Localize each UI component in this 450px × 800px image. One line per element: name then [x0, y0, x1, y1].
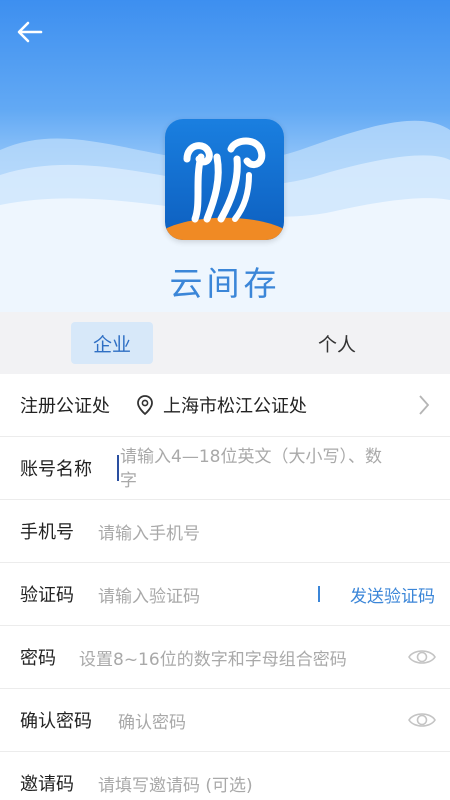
confirm-password-input[interactable]: 确认密码 — [118, 708, 186, 733]
invite-input[interactable]: 请填写邀请码 (可选) — [98, 771, 253, 796]
notary-row[interactable]: 注册公证处 上海市松江公证处 — [0, 374, 450, 437]
confirm-password-row[interactable]: 确认密码 确认密码 — [0, 689, 450, 752]
phone-row[interactable]: 手机号 请输入手机号 — [0, 500, 450, 563]
app-name: 云间存 — [169, 264, 281, 303]
invite-label: 邀请码 — [20, 774, 74, 795]
account-row[interactable]: 账号名称 请输入4—18位英文（大小写）、数 字 — [0, 437, 450, 500]
tab-personal[interactable]: 个人 — [296, 322, 378, 364]
notary-label: 注册公证处 — [20, 396, 110, 417]
send-code-button[interactable]: 发送验证码 — [350, 582, 435, 607]
confirm-password-label: 确认密码 — [20, 711, 92, 732]
text-cursor — [117, 455, 119, 481]
tab-enterprise[interactable]: 企业 — [71, 322, 153, 364]
app-logo — [165, 119, 284, 240]
invite-row[interactable]: 邀请码 请填写邀请码 (可选) — [0, 752, 450, 800]
register-form: 注册公证处 上海市松江公证处 账号名称 请输入4—18位英文（大小写）、数 字 … — [0, 374, 450, 800]
phone-input[interactable]: 请输入手机号 — [98, 519, 200, 544]
code-row[interactable]: 验证码 请输入验证码 发送验证码 — [0, 563, 450, 626]
back-button[interactable] — [12, 14, 48, 50]
account-label: 账号名称 — [20, 459, 92, 480]
code-label: 验证码 — [20, 585, 74, 606]
eye-icon[interactable] — [408, 710, 436, 730]
account-placeholder-line2: 字 — [120, 471, 137, 491]
account-type-tabs: 企业 个人 — [0, 312, 450, 374]
cloud-logo-icon — [165, 119, 284, 240]
notary-value: 上海市松江公证处 — [163, 396, 307, 417]
password-row[interactable]: 密码 设置8~16位的数字和字母组合密码 — [0, 626, 450, 689]
password-label: 密码 — [20, 648, 56, 669]
account-placeholder-line1: 请输入4—18位英文（大小写）、数 — [120, 447, 382, 467]
code-divider — [318, 586, 320, 602]
chevron-right-icon[interactable] — [418, 394, 430, 416]
header-banner: 云间存 — [0, 0, 450, 312]
password-input[interactable]: 设置8~16位的数字和字母组合密码 — [79, 645, 347, 670]
location-pin-icon — [137, 395, 153, 416]
account-input[interactable]: 请输入4—18位英文（大小写）、数 字 — [120, 445, 382, 493]
arrow-left-icon — [17, 21, 43, 43]
code-input[interactable]: 请输入验证码 — [98, 582, 200, 607]
phone-label: 手机号 — [20, 522, 74, 543]
eye-icon[interactable] — [408, 647, 436, 667]
